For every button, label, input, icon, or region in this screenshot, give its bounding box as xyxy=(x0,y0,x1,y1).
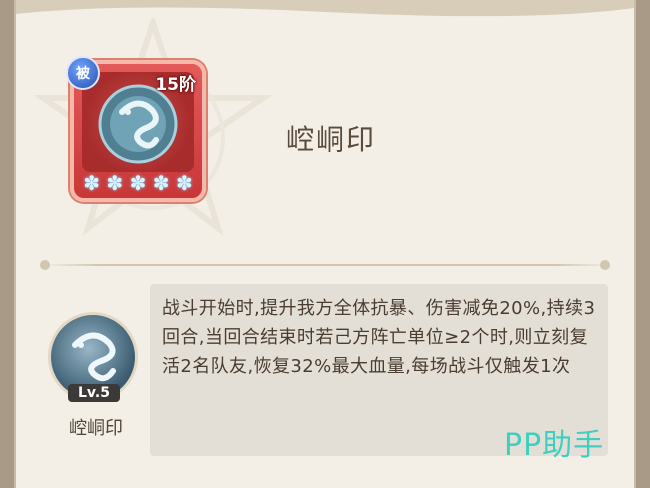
divider-right-dot xyxy=(600,260,610,270)
section-divider xyxy=(42,264,612,266)
skill-title: 崆峒印 xyxy=(286,123,377,156)
snowflake-star-icon: ✽ xyxy=(129,171,147,195)
snowflake-star-icon: ✽ xyxy=(175,171,193,195)
skill-panel: 被 15阶 ✽ ✽ ✽ ✽ ✽ 崆峒印 Lv.5 崆峒印 战斗开始时,提升我方全… xyxy=(14,0,636,488)
level-badge: Lv.5 xyxy=(68,384,120,402)
tier-label: 15阶 xyxy=(155,75,196,95)
snowflake-star-icon: ✽ xyxy=(106,171,124,195)
star-rating: ✽ ✽ ✽ ✽ ✽ xyxy=(80,172,196,194)
snowflake-star-icon: ✽ xyxy=(152,171,170,195)
skill-small-name: 崆峒印 xyxy=(69,418,123,439)
passive-badge-icon: 被 xyxy=(66,56,100,90)
skill-card[interactable]: 被 15阶 ✽ ✽ ✽ ✽ ✽ xyxy=(66,56,206,202)
snowflake-star-icon: ✽ xyxy=(83,171,100,195)
watermark-text: PP助手 xyxy=(504,428,605,463)
